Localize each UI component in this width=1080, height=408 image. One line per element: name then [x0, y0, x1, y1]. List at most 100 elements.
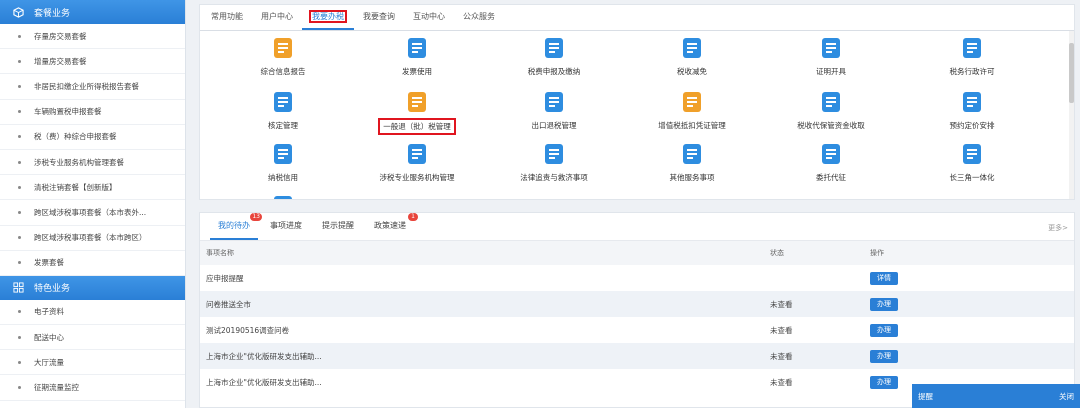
sidebar-item[interactable]: 大厅流量 — [0, 350, 185, 376]
function-item[interactable]: 税务行政许可 — [904, 36, 1040, 77]
todo-tab-label: 事项进度 — [270, 221, 302, 230]
top-tab-label: 公众服务 — [463, 12, 495, 21]
sidebar-item[interactable]: 电子资料 — [0, 300, 185, 326]
function-item-label: 长三角一体化 — [949, 173, 995, 182]
todo-tab[interactable]: 政策速递 1 — [366, 213, 418, 240]
function-item-label: 一般退（批）税管理 — [378, 118, 456, 135]
sidebar-item-label: 税（费）种综合申报套餐 — [34, 132, 117, 142]
sidebar-item[interactable]: 增量房交易套餐 — [0, 49, 185, 75]
tax-reduction-icon — [680, 36, 704, 60]
todo-tab[interactable]: 我的待办 13 — [210, 213, 262, 240]
function-item[interactable]: 综合信息报告 — [215, 36, 351, 77]
sidebar-item-label: 车辆购置税申报套餐 — [34, 107, 102, 117]
sidebar-item[interactable]: 非居民扣缴企业所得税报告套餐 — [0, 74, 185, 100]
sidebar-item[interactable]: 存量房交易套餐 — [0, 24, 185, 50]
function-item[interactable] — [215, 194, 351, 199]
function-item[interactable]: 法律追责与救济事项 — [486, 142, 622, 183]
top-tab[interactable]: 用户中心 — [252, 8, 302, 30]
todo-tab[interactable]: 事项进度 — [262, 216, 310, 240]
function-item[interactable]: 其他服务事项 — [624, 142, 760, 183]
function-item[interactable]: 预约定价安排 — [904, 90, 1040, 131]
more-link[interactable]: 更多> — [1048, 223, 1068, 233]
stamp-icon — [271, 90, 295, 114]
function-item[interactable]: 长三角一体化 — [904, 142, 1040, 183]
reminder-bar: 提醒 关闭 — [912, 384, 1080, 408]
top-tab-label: 互动中心 — [413, 12, 445, 21]
bullet-icon — [18, 360, 21, 364]
sidebar-item-label: 发票套餐 — [34, 258, 64, 268]
col-header-status: 状态 — [764, 241, 864, 265]
fund-icon — [819, 90, 843, 114]
building-icon — [405, 142, 429, 166]
top-tab-label: 我要办税 — [309, 10, 347, 23]
credit-medal-icon — [271, 142, 295, 166]
action-button[interactable]: 办理 — [870, 349, 898, 363]
sidebar-item[interactable]: 清税注销套餐【创新版】 — [0, 175, 185, 201]
sidebar-item[interactable]: 发票套餐 — [0, 251, 185, 276]
function-panel: 常用功能 用户中心 我要办税 我要查询 互动中心 公众服务 综合信息报告 发票使用 税费申报及… — [199, 4, 1075, 200]
todo-tab[interactable]: 提示提醒 — [314, 216, 362, 240]
function-item[interactable]: 发票使用 — [349, 36, 485, 77]
bullet-icon — [18, 236, 21, 240]
action-button[interactable]: 详情 — [870, 271, 898, 285]
task-name: 问卷推送全市 — [200, 291, 764, 317]
scrollbar[interactable] — [1069, 31, 1074, 199]
action-button[interactable]: 办理 — [870, 375, 898, 389]
function-item[interactable]: 证明开具 — [763, 36, 899, 77]
reminder-close-button[interactable]: 关闭 — [1059, 391, 1074, 402]
function-item-label: 出口退税管理 — [531, 121, 577, 130]
function-item[interactable]: 委托代征 — [763, 142, 899, 183]
sidebar: 套餐业务 存量房交易套餐增量房交易套餐 非居民扣缴企业所得税报告套餐车辆购置税申报… — [0, 0, 186, 408]
table-row: 应申报提醒 详情 — [200, 265, 1074, 291]
sidebar-item[interactable]: 跨区域涉税事项套餐（本市跨区） — [0, 226, 185, 251]
sidebar-section-title: 套餐业务 — [34, 8, 71, 19]
bullet-icon — [18, 210, 21, 214]
table-row: 上海市企业"优化版研发支出辅助... 未查看 办理 — [200, 343, 1074, 369]
sidebar-item[interactable]: 税（费）种综合申报套餐 — [0, 125, 185, 150]
top-tab[interactable]: 公众服务 — [454, 8, 504, 30]
function-item[interactable]: 税费申报及缴纳 — [486, 36, 622, 77]
action-button[interactable]: 办理 — [870, 323, 898, 337]
function-item[interactable]: 一般退（批）税管理 — [349, 90, 485, 135]
cube-icon — [12, 6, 24, 18]
task-status: 未查看 — [764, 343, 864, 369]
function-item[interactable]: 核定管理 — [215, 90, 351, 131]
top-tab[interactable]: 常用功能 — [202, 8, 252, 30]
bullet-icon — [18, 84, 21, 88]
sidebar-item-label: 跨区域涉税事项套餐（本市表外... — [34, 207, 147, 217]
todo-tab-label: 我的待办 — [218, 221, 250, 230]
sidebar-item-label: 存量房交易套餐 — [34, 31, 87, 41]
function-item[interactable]: 增值税抵扣凭证管理 — [624, 90, 760, 131]
function-item[interactable]: 税收代保管资金收取 — [763, 90, 899, 131]
sidebar-item[interactable]: 跨区域涉税事项套餐（本市表外... — [0, 200, 185, 226]
top-tab[interactable]: 互动中心 — [404, 8, 454, 30]
function-item[interactable]: 出口退税管理 — [486, 90, 622, 131]
sidebar-item[interactable]: 涉税专业服务机构管理套餐 — [0, 150, 185, 176]
sidebar-item-label: 配送中心 — [34, 332, 64, 342]
table-row: 问卷推送全市 未查看 办理 — [200, 291, 1074, 317]
top-tab[interactable]: 我要办税 — [302, 8, 354, 30]
hand-coin-icon — [542, 36, 566, 60]
report-icon — [271, 36, 295, 60]
action-button[interactable]: 办理 — [870, 297, 898, 311]
function-item-label: 税费申报及缴纳 — [527, 67, 581, 76]
sidebar-section-special[interactable]: 特色业务 — [0, 275, 185, 300]
sidebar-section-package[interactable]: 套餐业务 — [0, 0, 185, 24]
gavel-icon — [542, 142, 566, 166]
entrust-icon — [819, 142, 843, 166]
bullet-icon — [18, 310, 21, 314]
function-item[interactable]: 税收减免 — [624, 36, 760, 77]
vat-voucher-icon — [680, 90, 704, 114]
sidebar-item[interactable]: 配送中心 — [0, 325, 185, 351]
task-status: 未查看 — [764, 291, 864, 317]
sidebar-item[interactable]: 征期流量监控 — [0, 375, 185, 401]
function-item[interactable]: 涉税专业服务机构管理 — [349, 142, 485, 183]
sidebar-item[interactable]: 车辆购置税申报套餐 — [0, 100, 185, 125]
top-tab[interactable]: 我要查询 — [354, 8, 404, 30]
certificate-icon — [819, 36, 843, 60]
task-name: 应申报提醒 — [206, 273, 244, 283]
function-item[interactable]: 纳税信用 — [215, 142, 351, 183]
function-item-label: 发票使用 — [402, 67, 432, 76]
col-header-action: 操作 — [864, 241, 1074, 265]
sidebar-item-label: 大厅流量 — [34, 357, 64, 367]
